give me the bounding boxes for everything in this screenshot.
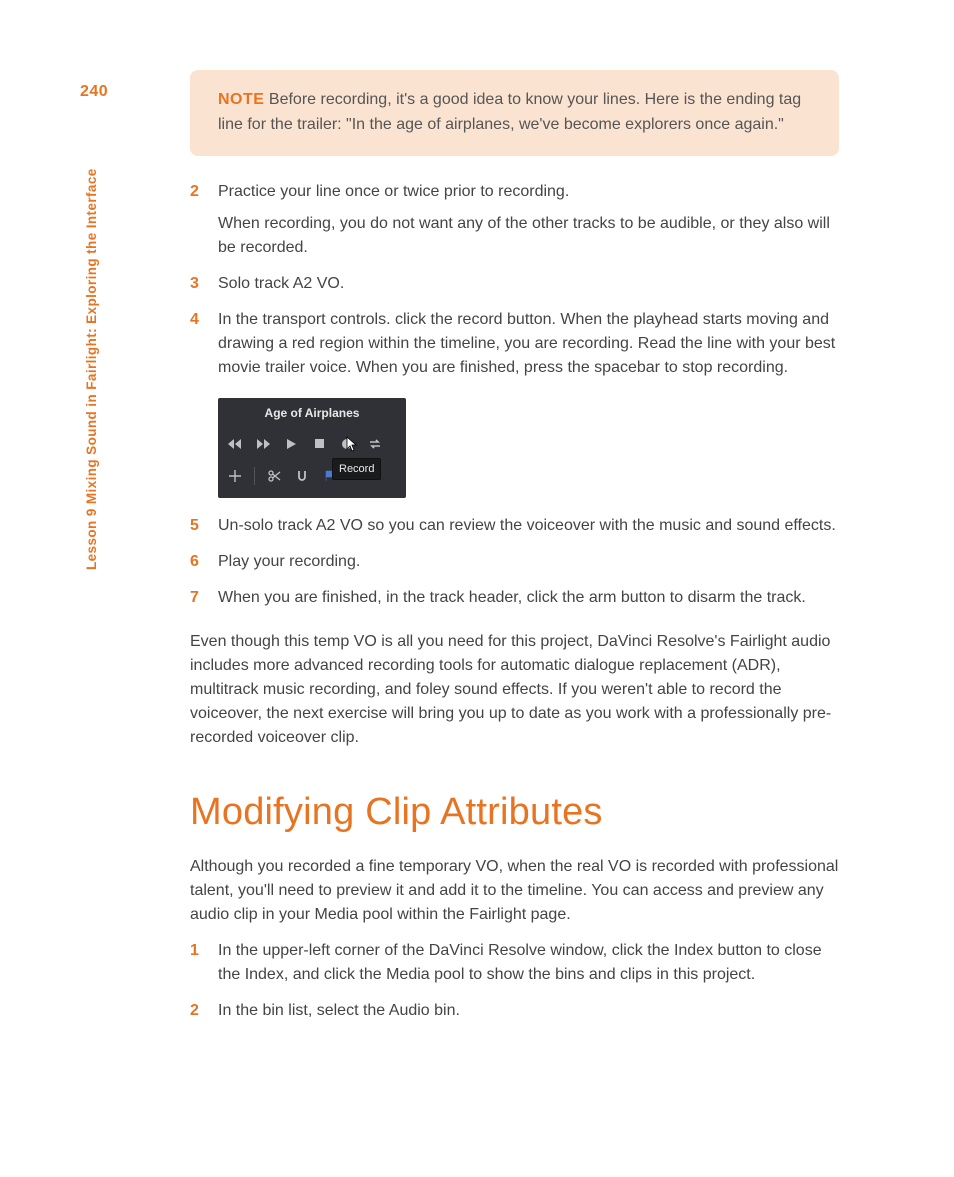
step-item: 3 Solo track A2 VO. [190, 272, 839, 304]
transport-title: Age of Airplanes [218, 398, 406, 428]
magnet-icon[interactable] [295, 469, 309, 483]
rewind-icon[interactable] [228, 437, 242, 451]
step-number: 6 [190, 550, 218, 582]
step-text: In the bin list, select the Audio bin. [218, 999, 839, 1023]
step-number: 2 [190, 180, 218, 268]
step-body: Solo track A2 VO. [218, 272, 839, 304]
transport-row-playback [218, 428, 406, 460]
section-heading: Modifying Clip Attributes [190, 784, 839, 841]
mouse-cursor-icon [346, 436, 358, 452]
play-icon[interactable] [284, 437, 298, 451]
step-item: 4 In the transport controls. click the r… [190, 308, 839, 388]
fast-forward-icon[interactable] [256, 437, 270, 451]
step-body: Practice your line once or twice prior t… [218, 180, 839, 268]
step-text: Solo track A2 VO. [218, 272, 839, 296]
step-text: When you are finished, in the track head… [218, 586, 839, 610]
step-number: 5 [190, 514, 218, 546]
step-number: 7 [190, 586, 218, 618]
section-intro: Although you recorded a fine temporary V… [190, 855, 839, 927]
side-lesson-title: Lesson 9 Mixing Sound in Fairlight: Expl… [82, 168, 102, 570]
step-item: 2 In the bin list, select the Audio bin. [190, 999, 839, 1031]
closing-paragraph: Even though this temp VO is all you need… [190, 630, 839, 750]
step-body: In the transport controls. click the rec… [218, 308, 839, 388]
step-number: 4 [190, 308, 218, 388]
step-number: 3 [190, 272, 218, 304]
note-label: NOTE [218, 91, 264, 108]
step-body: Un-solo track A2 VO so you can review th… [218, 514, 839, 546]
page: 240 Lesson 9 Mixing Sound in Fairlight: … [0, 0, 954, 1095]
loop-icon[interactable] [368, 437, 382, 451]
step-item: 7 When you are finished, in the track he… [190, 586, 839, 618]
step-item: 5 Un-solo track A2 VO so you can review … [190, 514, 839, 546]
step-text: In the upper-left corner of the DaVinci … [218, 939, 839, 987]
step-body: In the upper-left corner of the DaVinci … [218, 939, 839, 995]
page-number: 240 [80, 80, 108, 104]
note-text: Before recording, it's a good idea to kn… [218, 91, 801, 133]
step-body: When you are finished, in the track head… [218, 586, 839, 618]
step-text: In the transport controls. click the rec… [218, 308, 839, 380]
divider [254, 467, 255, 485]
crosshair-icon[interactable] [228, 469, 242, 483]
step-body: Play your recording. [218, 550, 839, 582]
transport-panel: Age of Airplanes [218, 398, 406, 498]
step-text: Practice your line once or twice prior t… [218, 180, 839, 204]
step-item: 1 In the upper-left corner of the DaVinc… [190, 939, 839, 995]
step-text: When recording, you do not want any of t… [218, 212, 839, 260]
stop-icon[interactable] [312, 437, 326, 451]
step-text: Play your recording. [218, 550, 839, 574]
step-body: In the bin list, select the Audio bin. [218, 999, 839, 1031]
step-item: 6 Play your recording. [190, 550, 839, 582]
step-number: 2 [190, 999, 218, 1031]
scissors-icon[interactable] [267, 469, 281, 483]
note-callout: NOTE Before recording, it's a good idea … [190, 70, 839, 156]
step-number: 1 [190, 939, 218, 995]
record-tooltip: Record [332, 458, 381, 481]
step-text: Un-solo track A2 VO so you can review th… [218, 514, 839, 538]
step-item: 2 Practice your line once or twice prior… [190, 180, 839, 268]
